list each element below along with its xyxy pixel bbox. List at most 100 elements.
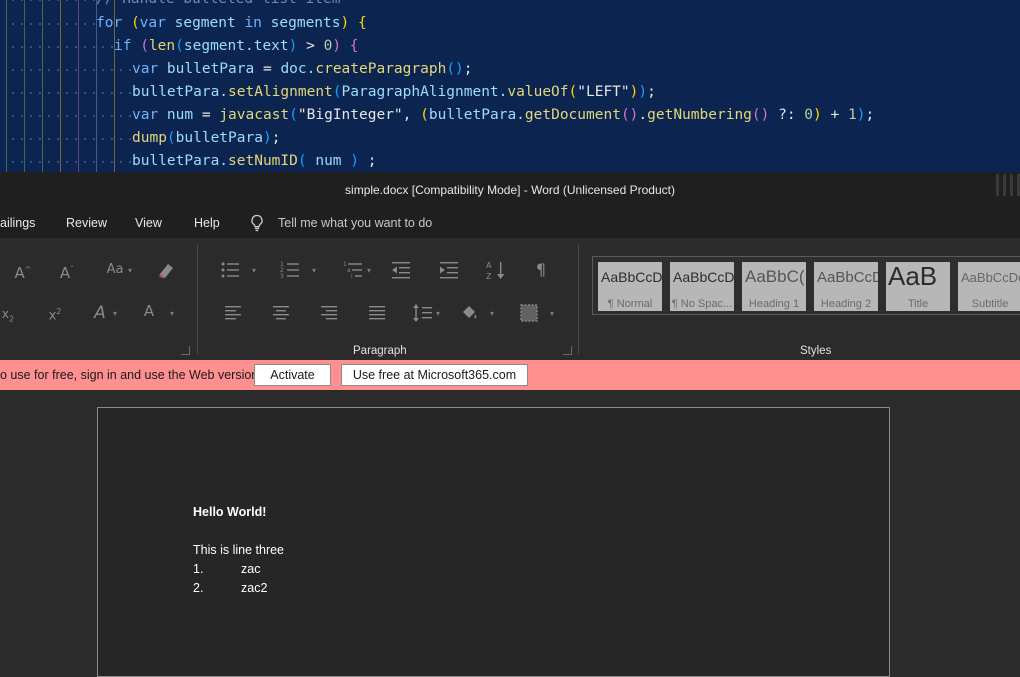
style-preview: AaBbC( [745,267,805,286]
subscript-icon[interactable]: x2 [0,303,16,325]
chevron-down-icon[interactable]: ▾ [128,266,132,276]
whitespace-dot [12,92,14,94]
font-color-icon[interactable]: A [140,300,158,322]
use-web-version-button[interactable]: Use free at Microsoft365.com [341,364,528,386]
style-subtitle[interactable]: AaBbCcDc Subtitle [958,262,1020,311]
chevron-down-icon[interactable]: ▾ [490,309,494,319]
whitespace-dot [102,138,104,140]
code-token: // Handle bulleted list item [96,0,340,7]
whitespace-dot [93,138,95,140]
whitespace-dot [21,138,23,140]
lightbulb-icon[interactable] [249,214,265,232]
chevron-down-icon[interactable]: ▾ [367,266,371,276]
change-case-icon[interactable]: Aa [104,259,126,281]
clear-formatting-icon[interactable] [156,259,176,281]
show-formatting-marks-icon[interactable]: ¶ [532,259,550,281]
chevron-down-icon[interactable]: ▾ [170,309,174,319]
whitespace-dot [66,0,68,1]
line-spacing-icon[interactable] [412,302,434,324]
chevron-down-icon[interactable]: ▾ [550,309,554,319]
shrink-font-icon[interactable]: Aˇ [58,259,76,282]
whitespace-dot [12,0,14,1]
code-token: 1 [847,107,857,123]
increase-indent-icon[interactable] [438,259,460,281]
whitespace-dot [111,138,113,140]
whitespace-dot [84,23,86,25]
code-token: ) [350,153,359,169]
whitespace-dot [21,46,23,48]
whitespace-dot [84,69,86,71]
license-notification-bar: o use for free, sign in and use the Web … [0,360,1020,390]
chevron-down-icon[interactable]: ▾ [113,309,117,319]
document-page[interactable]: Hello World! This is line three 1. zac 2… [97,407,890,677]
text-effects-icon[interactable]: A [90,302,110,324]
chevron-down-icon[interactable]: ▾ [312,266,316,276]
whitespace-dot [93,69,95,71]
whitespace-dot [48,46,50,48]
tab-view[interactable]: View [135,208,162,238]
superscript-icon[interactable]: x2 [46,301,64,323]
paragraph-dialog-launcher[interactable] [563,346,572,355]
style-heading-1[interactable]: AaBbC( Heading 1 [742,262,806,311]
whitespace-dot [57,69,59,71]
bullets-icon[interactable] [219,259,241,281]
whitespace-dot [57,46,59,48]
style-title[interactable]: AaB Title [886,262,950,311]
chevron-down-icon[interactable]: ▾ [252,266,256,276]
code-editor[interactable]: // Handle bulleted list itemfor (var seg… [0,0,1020,172]
whitespace-dot [129,69,131,71]
whitespace-dot [102,92,104,94]
code-token: segment [165,15,245,31]
whitespace-dot [12,69,14,71]
code-token: in [244,15,262,31]
style-heading-2[interactable]: AaBbCcD Heading 2 [814,262,878,311]
style-no-spacing[interactable]: AaBbCcD ¶ No Spac... [670,262,734,311]
code-token: if [114,38,132,54]
indent-guide [60,0,61,172]
code-line: var num = javacast("BigInteger", (bullet… [132,104,874,127]
tab-mailings[interactable]: ailings [0,208,35,238]
chevron-down-icon[interactable]: ▾ [436,309,440,319]
activate-button[interactable]: Activate [254,364,331,386]
document-canvas[interactable]: Hello World! This is line three 1. zac 2… [0,390,1020,677]
tab-review[interactable]: Review [66,208,107,238]
whitespace-dot [12,115,14,117]
numbering-icon[interactable]: 123 [279,259,301,281]
tab-help[interactable]: Help [194,208,220,238]
styles-gallery: AaBbCcD ¶ Normal AaBbCcD ¶ No Spac... Aa… [592,256,1020,315]
doc-paragraph: This is line three [193,543,285,557]
whitespace-dot [120,69,122,71]
code-token: segment.text [183,38,289,54]
tell-me-search[interactable]: Tell me what you want to do [278,208,432,238]
code-token: + [821,107,848,123]
grow-font-icon[interactable]: A^ [14,259,32,282]
indent-guide [6,0,7,172]
align-center-icon[interactable] [271,302,291,324]
align-right-icon[interactable] [319,302,339,324]
decrease-indent-icon[interactable] [390,259,412,281]
whitespace-dot [66,46,68,48]
font-dialog-launcher[interactable] [181,346,190,355]
whitespace-dot [75,161,77,163]
code-token: , [402,107,421,123]
justify-icon[interactable] [367,302,387,324]
whitespace-dot [21,23,23,25]
whitespace-dot [30,23,32,25]
code-token: bulletPara. [132,84,229,100]
borders-icon[interactable] [518,302,540,324]
code-token: ( [166,130,176,146]
style-normal[interactable]: AaBbCcD ¶ Normal [598,262,662,311]
shading-icon[interactable] [459,302,481,324]
code-token: ?: [769,107,805,123]
sort-icon[interactable]: AZ [485,259,507,281]
ribbon: A^ Aˇ Aa ▾ x2 x2 A ▾ A ▾ ▾ 123 ▾ 1ai ▾ A… [0,238,1020,360]
align-left-icon[interactable] [223,302,243,324]
style-name: Subtitle [971,298,1009,310]
window-controls-edge [994,172,1020,202]
window-title: simple.docx [Compatibility Mode] - Word … [345,183,675,197]
code-token: dump [132,130,167,146]
multilevel-list-icon[interactable]: 1ai [342,259,364,281]
code-token: ( [332,84,342,100]
